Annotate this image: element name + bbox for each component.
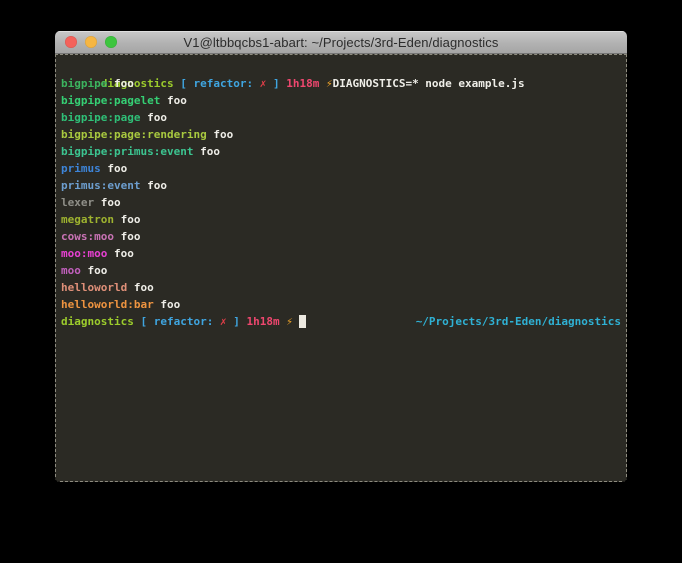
log-line: bigpipe:page foo (61, 109, 621, 126)
log-message: foo (140, 179, 167, 192)
log-line: bigpipe:page:rendering foo (61, 126, 621, 143)
log-message: foo (81, 264, 108, 277)
log-line: primus foo (61, 160, 621, 177)
log-message: foo (94, 196, 121, 209)
traffic-lights (65, 36, 117, 48)
prompt-elapsed-time: 1h18m (286, 77, 326, 90)
log-message: foo (154, 298, 181, 311)
log-namespace: moo:moo (61, 247, 107, 260)
log-namespace: cows:moo (61, 230, 114, 243)
window-titlebar[interactable]: V1@ltbbqcbs1-abart: ~/Projects/3rd-Eden/… (55, 31, 627, 54)
prompt-git-bracket: ] (227, 313, 247, 330)
prompt-elapsed-time: 1h18m (246, 313, 286, 330)
log-line: cows:moo foo (61, 228, 621, 245)
zoom-window-button[interactable] (105, 36, 117, 48)
log-namespace: primus (61, 162, 101, 175)
shell-prompt-current-line: diagnostics [ refactor: ✗ ] 1h18m ⚡ ~/Pr… (61, 313, 621, 330)
log-message: foo (160, 94, 187, 107)
log-message: foo (114, 230, 141, 243)
log-line: bigpipe:pagelet foo (61, 92, 621, 109)
terminal-screen[interactable]: diagnostics [ refactor: ✗ ] 1h18m ⚡DIAGN… (55, 54, 627, 482)
log-line: bigpipe:primus:event foo (61, 143, 621, 160)
log-namespace: lexer (61, 196, 94, 209)
close-window-button[interactable] (65, 36, 77, 48)
shell-prompt-command-line: diagnostics [ refactor: ✗ ] 1h18m ⚡DIAGN… (61, 58, 621, 75)
prompt-git-branch: [ refactor: (180, 77, 259, 90)
log-namespace: primus:event (61, 179, 140, 192)
prompt-bolt-icon: ⚡ (286, 313, 299, 330)
log-message: foo (101, 162, 128, 175)
log-namespace: bigpipe (61, 77, 107, 90)
current-directory-path: ~/Projects/3rd-Eden/diagnostics (416, 313, 621, 330)
log-message: foo (127, 281, 154, 294)
prompt-bolt-icon: ⚡ (326, 77, 333, 90)
log-line: moo:moo foo (61, 245, 621, 262)
typed-command: DIAGNOSTICS=* node example.js (333, 77, 525, 90)
log-namespace: bigpipe:pagelet (61, 94, 160, 107)
log-line: primus:event foo (61, 177, 621, 194)
log-message: foo (114, 213, 141, 226)
log-message: foo (107, 247, 134, 260)
log-line: helloworld:bar foo (61, 296, 621, 313)
log-line: megatron foo (61, 211, 621, 228)
log-namespace: bigpipe:page (61, 111, 140, 124)
log-message: foo (207, 128, 234, 141)
log-message: foo (140, 111, 167, 124)
log-namespace: bigpipe:page:rendering (61, 128, 207, 141)
minimize-window-button[interactable] (85, 36, 97, 48)
log-message: foo (193, 145, 220, 158)
terminal-cursor[interactable] (299, 315, 306, 328)
log-namespace: bigpipe:primus:event (61, 145, 193, 158)
prompt-git-bracket: ] (266, 77, 286, 90)
log-namespace: moo (61, 264, 81, 277)
log-message: foo (107, 77, 134, 90)
log-namespace: helloworld (61, 281, 127, 294)
prompt-git-branch: [ refactor: (140, 313, 219, 330)
prompt-project-name: diagnostics (61, 313, 140, 330)
log-line: lexer foo (61, 194, 621, 211)
window-title: V1@ltbbqcbs1-abart: ~/Projects/3rd-Eden/… (184, 35, 499, 50)
terminal-window: V1@ltbbqcbs1-abart: ~/Projects/3rd-Eden/… (55, 31, 627, 482)
log-line: helloworld foo (61, 279, 621, 296)
log-line: moo foo (61, 262, 621, 279)
prompt-dirty-flag-icon: ✗ (220, 313, 227, 330)
log-namespace: megatron (61, 213, 114, 226)
log-namespace: helloworld:bar (61, 298, 154, 311)
